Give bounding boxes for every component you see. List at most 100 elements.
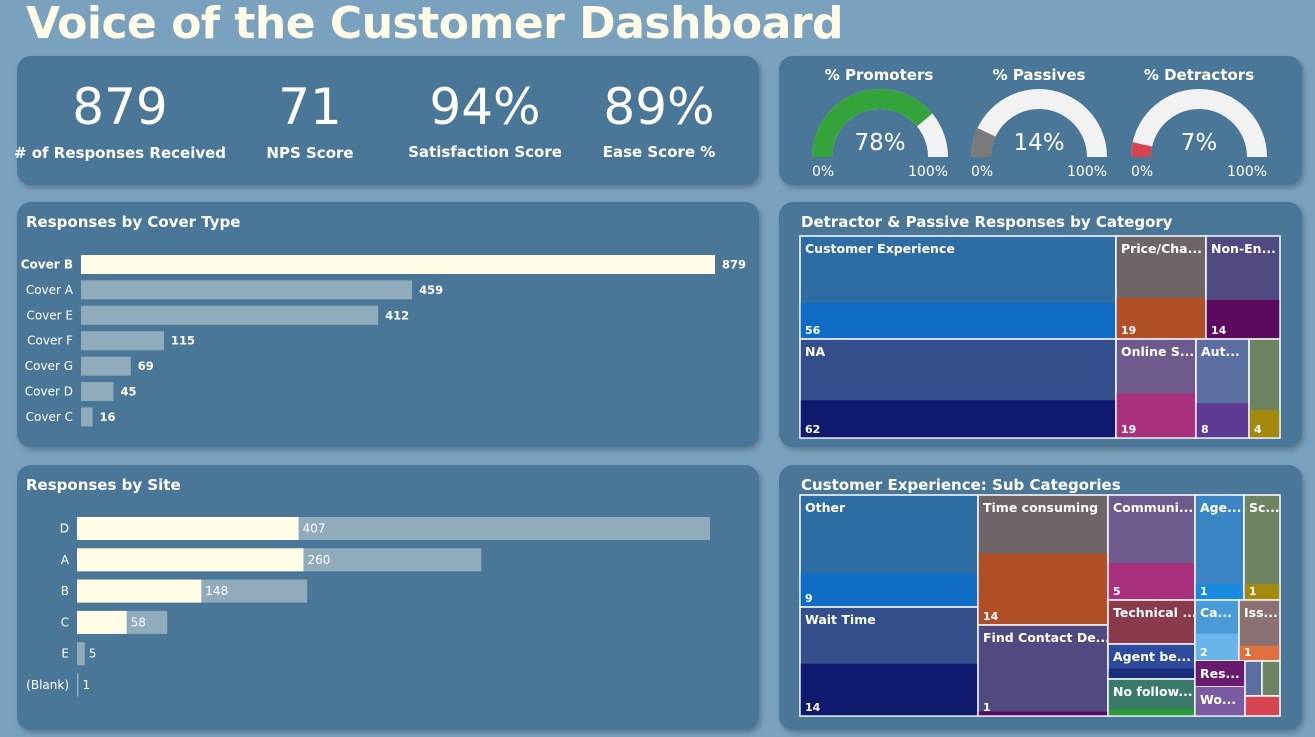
kpi-ease-label: Ease Score % (602, 143, 716, 161)
subcat-tile-value: 9 (805, 592, 813, 605)
gauges-card: % Promoters % Passives % Detractors 78% … (779, 56, 1302, 185)
cover-bar (81, 305, 379, 325)
cover-bar-value: 16 (100, 410, 116, 424)
gauge-promoters-value: 78% (854, 130, 906, 156)
detractor-tile-label: Non-En... (1211, 241, 1276, 256)
subcat-tile-label: Other (805, 500, 846, 515)
dashboard-title: Voice of the Customer Dashboard (26, 0, 844, 49)
site-bar-highlight (77, 548, 304, 572)
site-bar-highlight (77, 517, 299, 540)
subcat-tile-value: 14 (983, 610, 999, 623)
gauge-detractors-value: 7% (1180, 130, 1218, 156)
subcat-tile-accent (1108, 626, 1195, 644)
detractor-treemap-card: Detractor & Passive Responses by Categor… (779, 202, 1302, 447)
detractor-tile-label: Price/Cha... (1121, 241, 1202, 256)
cover-bar-value: 69 (138, 359, 154, 373)
detractor-tile-accent (800, 302, 1116, 339)
subcat-tile-small (1244, 695, 1281, 717)
cover-bar (81, 356, 131, 376)
site-bar-highlight (77, 579, 202, 603)
site-chart: D 407 A 260 B 148 C 58 E 5 (Blank) 1 (26, 517, 710, 697)
detractor-tile-value: 19 (1121, 324, 1136, 337)
cover-bar-category: Cover D (25, 385, 73, 399)
subcat-tile-label: Wo... (1200, 692, 1236, 707)
site-card: Responses by Site D 407 A 260 B 148 C 58 E 5 (Blan… (17, 465, 759, 730)
detractor-tile-value: 14 (1211, 324, 1227, 337)
subcat-treemap[interactable]: Other 9 Wait Time 14 Time consuming 14 Find Co… (779, 465, 1302, 730)
cover-bar-category: Cover E (26, 308, 73, 322)
cover-bar (81, 407, 93, 427)
cover-bar (81, 331, 164, 351)
site-bar-category: (Blank) (26, 678, 69, 692)
site-bar-value: 407 (303, 522, 326, 536)
detractor-tile-label: Aut... (1201, 344, 1240, 359)
subcat-treemap-card: Customer Experience: Sub Categories Othe… (779, 465, 1302, 730)
subcat-tile-label: Iss... (1244, 605, 1278, 620)
subcat-tile-small (1261, 660, 1281, 697)
subcat-tile-label: Technical ... (1113, 605, 1197, 620)
detractor-tile-label: NA (805, 344, 825, 359)
subcat-tile-label: No follow... (1113, 684, 1193, 699)
subcat-tile-accent (978, 711, 1108, 716)
subcat-tile-label: Communi... (1113, 500, 1193, 515)
gauge-passives-value: 14% (1013, 130, 1065, 156)
cover-bar-value: 879 (722, 258, 746, 272)
detractor-tile-label: Customer Experience (805, 241, 955, 256)
site-bar-value: 148 (205, 584, 228, 598)
subcat-tile-small (1244, 660, 1263, 697)
detractor-tile-value: 8 (1201, 423, 1209, 436)
cover-bar (81, 280, 413, 300)
site-bar-category: E (61, 647, 69, 661)
subcat-tile-value: 1 (983, 701, 991, 714)
site-bar (77, 673, 79, 697)
gauge-passives-min: 0% (971, 164, 994, 180)
site-bar-highlight (77, 610, 127, 634)
detractor-treemap[interactable]: Customer Experience 56 NA 62 Price/Cha... 19 N… (779, 202, 1302, 447)
kpi-ease-value: 89% (603, 78, 715, 136)
site-bar-category: C (61, 615, 69, 629)
gauge-detractors-min: 0% (1131, 164, 1154, 180)
gauge-detractors-max: 100% (1227, 164, 1268, 180)
gauges-svg (812, 89, 1267, 157)
site-bar-category: B (61, 584, 69, 598)
subcat-tile-value: 5 (1113, 585, 1121, 598)
subcat-tile-label: Wait Time (805, 612, 876, 627)
subcat-tile-accent (800, 663, 978, 716)
detractor-tile-accent (800, 400, 1116, 438)
site-bar (77, 642, 85, 666)
detractor-tile-value: 62 (805, 423, 820, 436)
subcat-tile-value: 2 (1200, 646, 1208, 659)
site-bar-value: 260 (307, 553, 330, 567)
subcat-tile-value: 1 (1249, 585, 1257, 598)
subcat-tile-accent (800, 573, 978, 607)
subcat-tile-label: Agent be... (1113, 649, 1191, 664)
detractor-tile-label: Online S... (1121, 344, 1194, 359)
site-bar-value: 5 (89, 647, 97, 661)
gauge-promoters-min: 0% (812, 164, 835, 180)
detractor-tile-value: 56 (805, 324, 821, 337)
site-bar-value: 1 (83, 678, 91, 692)
cover-bar-value: 459 (419, 283, 443, 297)
cover-bar (81, 382, 114, 401)
subcat-tile-accent (1108, 708, 1195, 716)
cover-bar-value: 115 (171, 334, 195, 348)
cover-bar-category: Cover G (25, 359, 73, 373)
subcat-tile-value: 1 (1200, 585, 1208, 598)
site-bar-value: 58 (131, 615, 146, 629)
cover-type-card: Responses by Cover Type Cover B 879 Cover … (17, 202, 759, 447)
subcat-tile-label: Sc... (1249, 500, 1280, 515)
gauge-passives-max: 100% (1067, 164, 1108, 180)
gauge-promoters-max: 100% (908, 164, 949, 180)
cover-bar-category: Cover A (26, 283, 74, 297)
cover-bar-category: Cover B (21, 258, 73, 272)
detractor-tile-value: 4 (1254, 423, 1262, 436)
subcat-tile-label: Res... (1200, 666, 1240, 681)
subcat-tile-label: Find Contact De... (983, 630, 1110, 645)
cover-bar-value: 412 (385, 308, 409, 322)
subcat-tile-label: Ca... (1200, 605, 1232, 620)
cover-bar (81, 255, 715, 274)
cover-bar-value: 45 (120, 385, 136, 399)
cover-bar-category: Cover C (26, 410, 73, 424)
subcat-tile-label: Time consuming (983, 500, 1098, 515)
subcat-tile-value: 14 (805, 701, 821, 714)
